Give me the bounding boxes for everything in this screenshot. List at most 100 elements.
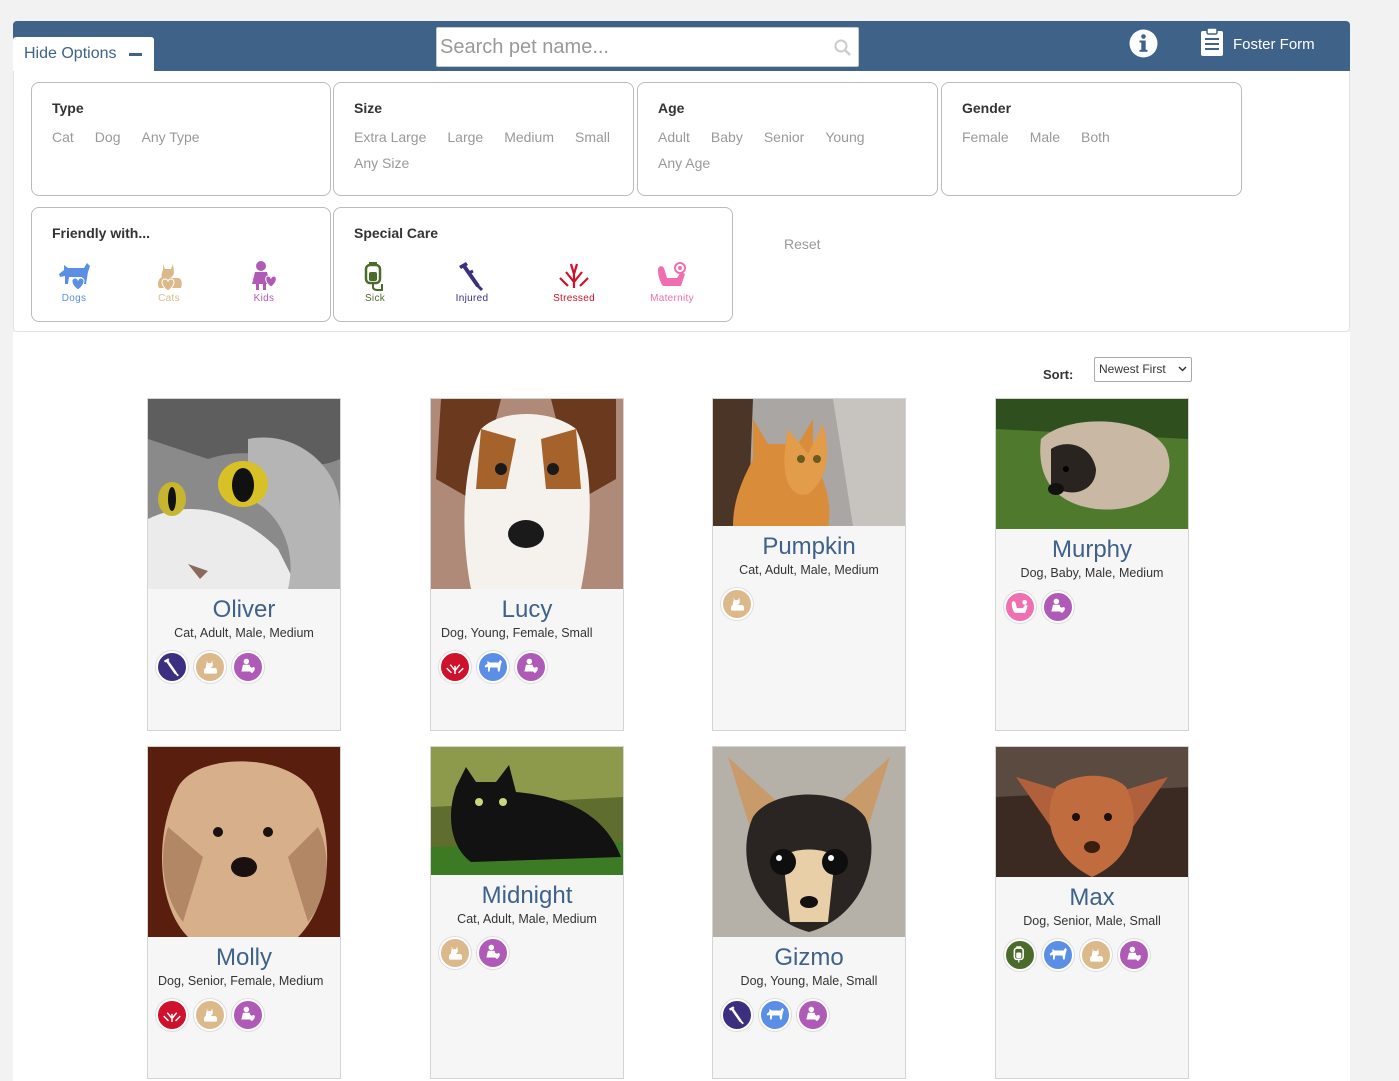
pet-attributes: Cat, Adult, Male, Medium (174, 626, 314, 640)
kids-badge-icon (797, 999, 829, 1031)
friendly-cats-label: Cats (158, 293, 180, 304)
hide-options-label: Hide Options (24, 45, 117, 62)
filter-options-panel: Type Cat Dog Any Type Size Extra Large L… (13, 71, 1350, 332)
cats-badge-icon (194, 999, 226, 1031)
size-options: Extra Large Large Medium Small Any Size (354, 128, 623, 172)
pet-name[interactable]: Oliver (148, 596, 340, 624)
top-bar: Hide Options Foster Form (13, 21, 1350, 71)
pet-name[interactable]: Midnight (431, 882, 623, 910)
size-filter: Size Extra Large Large Medium Small Any … (333, 82, 634, 196)
injured-badge-icon (156, 651, 188, 683)
kids-badge-icon (1118, 939, 1150, 971)
pet-card-lucy[interactable]: Lucy Dog, Young, Female, Small (430, 398, 624, 731)
pet-card-midnight[interactable]: Midnight Cat, Adult, Male, Medium (430, 746, 624, 1079)
minus-icon (128, 52, 142, 56)
kids-badge-icon (232, 999, 264, 1031)
stressed-badge-icon (439, 651, 471, 683)
cats-badge-icon (721, 588, 753, 620)
sort-select[interactable]: Newest First (1094, 357, 1192, 382)
friendly-with-filter: Friendly with... Dogs Cats Kids (31, 207, 331, 322)
pet-name[interactable]: Murphy (996, 536, 1188, 564)
special-care-maternity-label: Maternity (650, 293, 694, 304)
friendly-cats-option[interactable]: Cats (134, 260, 204, 304)
pet-card-molly[interactable]: Molly Dog, Senior, Female, Medium (147, 746, 341, 1079)
pet-photo (713, 747, 905, 937)
gender-option-female[interactable]: Female (962, 128, 1009, 146)
pet-attributes: Dog, Baby, Male, Medium (1020, 566, 1164, 580)
kids-badge-icon (477, 937, 509, 969)
gender-option-male[interactable]: Male (1030, 128, 1060, 146)
gender-option-both[interactable]: Both (1081, 128, 1110, 146)
foster-form-label: Foster Form (1233, 35, 1315, 53)
special-care-title: Special Care (354, 225, 439, 241)
pet-attributes: Dog, Senior, Female, Medium (158, 974, 324, 988)
special-care-injured-option[interactable]: Injured (437, 260, 507, 304)
pet-photo (431, 747, 623, 875)
pet-photo (713, 399, 905, 526)
special-care-maternity-option[interactable]: Maternity (637, 260, 707, 304)
friendly-kids-option[interactable]: Kids (229, 260, 299, 304)
search-input[interactable] (437, 28, 817, 66)
sort-selected-value: Newest First (1099, 362, 1166, 376)
age-option-baby[interactable]: Baby (711, 128, 743, 146)
friendly-dogs-option[interactable]: Dogs (39, 260, 109, 304)
cat-heart-icon (158, 264, 182, 292)
pet-card-murphy[interactable]: Murphy Dog, Baby, Male, Medium (995, 398, 1189, 731)
friendly-with-title: Friendly with... (52, 225, 151, 241)
pet-badges (713, 990, 905, 1031)
pet-name[interactable]: Max (996, 884, 1188, 912)
gender-filter: Gender Female Male Both (941, 82, 1242, 196)
cats-badge-icon (194, 651, 226, 683)
type-option-cat[interactable]: Cat (52, 128, 74, 146)
search-icon[interactable] (834, 39, 852, 62)
pet-card-gizmo[interactable]: Gizmo Dog, Young, Male, Small (712, 746, 906, 1079)
kids-badge-icon (232, 651, 264, 683)
pet-card-oliver[interactable]: Oliver Cat, Adult, Male, Medium (147, 398, 341, 731)
size-option-any[interactable]: Any Size (354, 154, 409, 172)
special-care-injured-label: Injured (455, 293, 489, 304)
cats-badge-icon (1080, 939, 1112, 971)
pet-photo (148, 399, 340, 589)
pet-card-max[interactable]: Max Dog, Senior, Male, Small (995, 746, 1189, 1079)
age-option-any[interactable]: Any Age (658, 154, 710, 172)
special-care-sick-option[interactable]: Sick (340, 260, 410, 304)
pet-photo (996, 747, 1188, 877)
pet-name[interactable]: Lucy (431, 596, 623, 624)
gender-options: Female Male Both (962, 128, 1231, 146)
pet-attributes: Cat, Adult, Male, Medium (457, 912, 597, 926)
info-icon[interactable] (1129, 29, 1158, 63)
pet-attributes: Dog, Senior, Male, Small (1023, 914, 1161, 928)
pet-name[interactable]: Pumpkin (713, 533, 905, 561)
type-option-dog[interactable]: Dog (95, 128, 121, 146)
kid-heart-icon (252, 261, 277, 290)
gender-filter-title: Gender (962, 100, 1012, 116)
pet-name[interactable]: Molly (148, 944, 340, 972)
size-option-large[interactable]: Large (447, 128, 483, 146)
hide-options-tab[interactable]: Hide Options (13, 37, 154, 71)
special-care-filter: Special Care Sick Injured Stressed Mater… (333, 207, 733, 322)
age-option-adult[interactable]: Adult (658, 128, 690, 146)
pet-attributes: Dog, Young, Female, Small (441, 626, 593, 640)
type-option-any[interactable]: Any Type (141, 128, 199, 146)
pet-name[interactable]: Gizmo (713, 944, 905, 972)
type-filter: Type Cat Dog Any Type (31, 82, 331, 196)
pet-badges (996, 582, 1188, 623)
dogs-badge-icon (477, 651, 509, 683)
age-option-senior[interactable]: Senior (764, 128, 804, 146)
size-option-medium[interactable]: Medium (504, 128, 554, 146)
type-filter-title: Type (52, 100, 84, 116)
size-option-small[interactable]: Small (575, 128, 610, 146)
type-options: Cat Dog Any Type (52, 128, 320, 146)
foster-form-button[interactable]: Foster Form (1200, 27, 1315, 61)
reset-button[interactable]: Reset (784, 236, 821, 252)
special-care-stressed-option[interactable]: Stressed (539, 260, 609, 304)
stress-icon (559, 263, 589, 288)
age-option-young[interactable]: Young (825, 128, 864, 146)
friendly-dogs-label: Dogs (61, 293, 87, 304)
age-options: Adult Baby Senior Young Any Age (658, 128, 927, 172)
size-option-extra-large[interactable]: Extra Large (354, 128, 426, 146)
pet-card-pumpkin[interactable]: Pumpkin Cat, Adult, Male, Medium (712, 398, 906, 731)
stressed-badge-icon (156, 999, 188, 1031)
sort-label: Sort: (1043, 367, 1074, 382)
clipboard-icon (1200, 27, 1233, 61)
